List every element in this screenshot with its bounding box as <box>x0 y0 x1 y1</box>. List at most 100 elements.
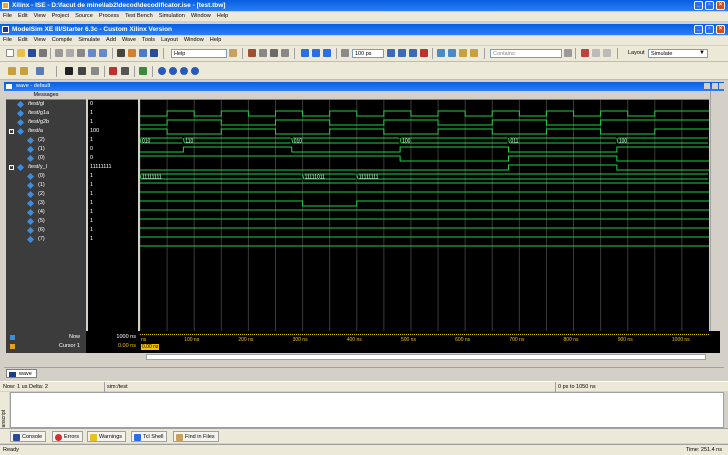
modelsim-menu-add[interactable]: Add <box>106 37 116 43</box>
modelsim-minimize-icon[interactable]: _ <box>694 25 703 34</box>
signal-row[interactable]: (1) <box>6 181 86 190</box>
xilinx-menu-source[interactable]: Source <box>75 13 93 19</box>
signal-row[interactable]: (0) <box>6 154 86 163</box>
modelsim-menu-tools[interactable]: Tools <box>142 37 155 43</box>
modelsim-menu-help[interactable]: Help <box>210 37 222 43</box>
back-arrow-icon[interactable] <box>312 49 320 57</box>
xilinx-menu-test-bench[interactable]: Test Bench <box>125 13 153 19</box>
signal-row[interactable]: /test/g2b <box>6 118 86 127</box>
forward-arrow-icon[interactable] <box>323 49 331 57</box>
step-over-icon[interactable] <box>448 49 456 57</box>
zoom-mode-icon[interactable] <box>78 67 86 75</box>
insert-divider-icon[interactable] <box>8 67 16 75</box>
step-out-icon[interactable] <box>459 49 467 57</box>
collapse-toggle-icon[interactable]: - <box>9 165 14 170</box>
minimize-icon[interactable]: _ <box>694 1 703 10</box>
project-icon[interactable] <box>150 49 158 57</box>
signal-row[interactable]: (4) <box>6 208 86 217</box>
find-icon[interactable] <box>117 49 125 57</box>
paste-icon[interactable] <box>77 49 85 57</box>
signal-row[interactable]: (0) <box>6 172 86 181</box>
zoom-cursor-icon[interactable] <box>191 67 199 75</box>
open-folder-icon[interactable] <box>17 49 25 57</box>
tab-tcl-shell[interactable]: Tcl Shell <box>131 431 168 442</box>
performance-icon[interactable] <box>470 49 478 57</box>
signal-row[interactable]: - /test/y_l <box>6 163 86 172</box>
add-cursor-icon[interactable] <box>109 67 117 75</box>
tab-warnings[interactable]: Warnings <box>87 431 127 442</box>
tab-wave[interactable]: wave <box>6 369 37 378</box>
new-file-icon[interactable] <box>6 49 14 57</box>
signal-row[interactable]: (6) <box>6 226 86 235</box>
modelsim-menu-wave[interactable]: Wave <box>122 37 136 43</box>
modelsim-menu-window[interactable]: Window <box>184 37 204 43</box>
help-binoculars-icon[interactable] <box>229 49 237 57</box>
waveform-canvas[interactable]: 010 110 010 100 011 100 11111111 11111011 111111… <box>140 91 709 331</box>
signal-row[interactable]: - /test/a <box>6 127 86 136</box>
edit-mode-icon[interactable] <box>91 67 99 75</box>
modelsim-menu-view[interactable]: View <box>34 37 46 43</box>
horizontal-scrollbar[interactable] <box>6 353 720 361</box>
waveform-pane[interactable]: 010 110 010 100 011 100 11111111 11111011 111111… <box>140 91 709 331</box>
xilinx-menu-edit[interactable]: Edit <box>18 13 28 19</box>
modelsim-menu-edit[interactable]: Edit <box>18 37 28 43</box>
close-icon[interactable]: × <box>716 1 725 10</box>
insert-breakpoint-icon[interactable] <box>20 67 28 75</box>
cursor-lock-icon[interactable] <box>10 344 15 349</box>
dataflow-icon[interactable] <box>270 49 278 57</box>
up-arrow-icon[interactable] <box>301 49 309 57</box>
run-all-icon[interactable] <box>409 49 417 57</box>
undock-icon[interactable] <box>603 49 611 57</box>
signal-row[interactable]: (3) <box>6 199 86 208</box>
signal-row[interactable]: (5) <box>6 217 86 226</box>
wave-minimize-icon[interactable] <box>712 83 718 89</box>
xilinx-menu-window[interactable]: Window <box>191 13 211 19</box>
help-search-input[interactable]: Help <box>171 49 227 58</box>
modelsim-menu-file[interactable]: File <box>3 37 12 43</box>
signal-row[interactable]: (1) <box>6 145 86 154</box>
zoom-fit-icon[interactable] <box>592 49 600 57</box>
horizontal-scroll-thumb[interactable] <box>146 354 706 360</box>
signal-row[interactable]: /test/gl <box>6 100 86 109</box>
modelsim-close-icon[interactable]: × <box>716 25 725 34</box>
signal-value-pane[interactable]: 0 1 1 100 1 0 0 11111111 1 1 1 1 1 1 1 1 <box>88 91 138 331</box>
signal-row[interactable]: (2) <box>6 136 86 145</box>
xilinx-menu-file[interactable]: File <box>3 13 12 19</box>
tab-find-in-files[interactable]: Find in Files <box>173 431 219 442</box>
restart-icon[interactable] <box>341 49 349 57</box>
signal-row[interactable]: (7) <box>6 235 86 244</box>
library-icon[interactable] <box>139 49 147 57</box>
run-icon[interactable] <box>387 49 395 57</box>
tab-console[interactable]: Console <box>10 431 47 442</box>
modelsim-menu-simulate[interactable]: Simulate <box>78 37 100 43</box>
wave-compare-icon[interactable] <box>259 49 267 57</box>
delete-icon[interactable] <box>581 49 589 57</box>
modelsim-menu-layout[interactable]: Layout <box>161 37 178 43</box>
transcript-area[interactable] <box>10 392 724 428</box>
memory-icon[interactable] <box>281 49 289 57</box>
breakpoint-icon[interactable] <box>248 49 256 57</box>
contains-filter-input[interactable]: Contains: <box>490 49 562 58</box>
run-length-field[interactable]: 100 ps <box>352 49 384 58</box>
copy-icon[interactable] <box>66 49 74 57</box>
print-icon[interactable] <box>39 49 47 57</box>
xilinx-menu-simulation[interactable]: Simulation <box>159 13 185 19</box>
break-icon[interactable] <box>420 49 428 57</box>
xilinx-menu-project[interactable]: Project <box>52 13 69 19</box>
delete-cursor-icon[interactable] <box>121 67 129 75</box>
compile-icon[interactable] <box>128 49 136 57</box>
find-edge-icon[interactable] <box>139 67 147 75</box>
tab-errors[interactable]: Errors <box>52 431 83 442</box>
cursor-time-box[interactable]: 0.00 ns <box>141 344 160 350</box>
cursor-label[interactable]: Cursor 1 <box>59 343 80 349</box>
wave-close-icon[interactable] <box>719 83 724 89</box>
zoom-in-icon[interactable] <box>158 67 166 75</box>
signal-row[interactable]: (2) <box>6 190 86 199</box>
cut-icon[interactable] <box>55 49 63 57</box>
wave-undock-icon[interactable] <box>704 83 710 89</box>
xilinx-menu-help[interactable]: Help <box>217 13 229 19</box>
restore-icon[interactable]: ▫ <box>705 1 714 10</box>
modelsim-menu-compile[interactable]: Compile <box>52 37 73 43</box>
filter-icon[interactable] <box>564 49 572 57</box>
xilinx-menu-view[interactable]: View <box>34 13 46 19</box>
